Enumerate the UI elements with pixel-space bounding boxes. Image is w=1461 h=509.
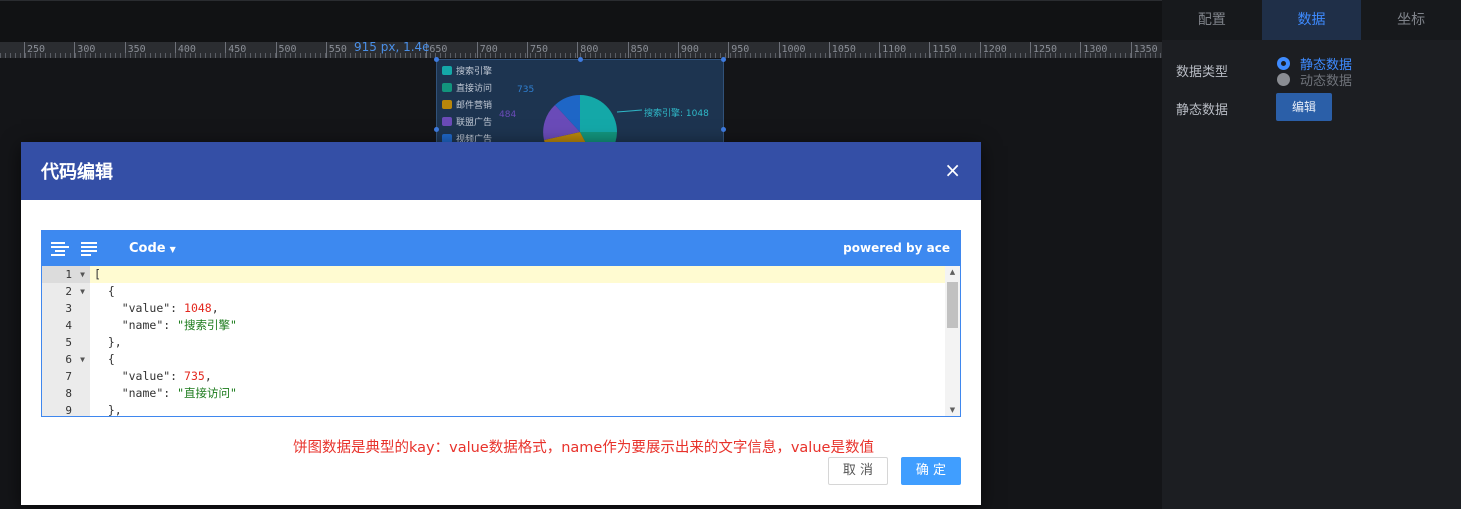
- code-token: "直接访问": [177, 386, 237, 400]
- code-token: {: [107, 352, 115, 366]
- scroll-thumb[interactable]: [947, 282, 958, 328]
- code-line[interactable]: "value": 735,: [90, 368, 960, 385]
- line-number-gutter: 1 ▼ 2 ▼ 3 4 5 6 ▼ 7 8 9: [42, 266, 90, 416]
- code-line[interactable]: [: [90, 266, 960, 283]
- compact-json-icon[interactable]: [81, 241, 99, 256]
- scroll-up-icon[interactable]: ▲: [945, 268, 960, 276]
- code-token: [: [94, 267, 101, 281]
- cancel-button[interactable]: 取 消: [828, 457, 888, 485]
- scroll-down-icon[interactable]: ▼: [945, 406, 960, 414]
- code-token: "搜索引擎": [177, 318, 237, 332]
- line-number: 2 ▼: [65, 283, 85, 300]
- code-token: {: [107, 284, 115, 298]
- line-number: 8: [65, 387, 72, 400]
- line-number: 3: [65, 302, 72, 315]
- code-token: :: [170, 301, 185, 315]
- line-number: 7: [65, 370, 72, 383]
- code-edit-dialog: 代码编辑 × Code ▼ powered by ace 1 ▼ 2 ▼ 3 4 5 6 ▼ 7 8 9…: [21, 142, 981, 505]
- dialog-title: 代码编辑: [41, 162, 113, 183]
- code-token: :: [163, 386, 178, 400]
- code-line[interactable]: "value": 1048,: [90, 300, 960, 317]
- code-token: 1048: [184, 301, 212, 315]
- code-token: },: [107, 335, 122, 349]
- editor-toolbar: Code ▼ powered by ace: [42, 231, 960, 266]
- mode-dropdown[interactable]: Code ▼: [129, 241, 176, 256]
- annotation-note: 饼图数据是典型的kay：value数据格式，name作为要展示出来的文字信息，v…: [293, 440, 874, 456]
- code-token: :: [163, 318, 178, 332]
- code-token: "value": [121, 369, 171, 383]
- line-number: 1 ▼: [42, 266, 90, 283]
- line-number: 9: [65, 404, 72, 417]
- code-token: 735: [184, 369, 205, 383]
- format-json-icon[interactable]: [51, 241, 69, 256]
- code-token: "value": [121, 301, 171, 315]
- fold-toggle-icon[interactable]: ▼: [80, 351, 85, 368]
- fold-toggle-icon[interactable]: ▼: [80, 266, 85, 283]
- dialog-header: 代码编辑 ×: [21, 142, 981, 200]
- code-line[interactable]: },: [90, 334, 960, 351]
- code-line[interactable]: },: [90, 402, 960, 417]
- code-token: :: [170, 369, 185, 383]
- line-number: 5: [65, 336, 72, 349]
- code-line[interactable]: {: [90, 283, 960, 300]
- code-content[interactable]: [ { "value": 1048, "name": "搜索引擎" }, { "…: [90, 266, 960, 416]
- json-code-editor[interactable]: Code ▼ powered by ace 1 ▼ 2 ▼ 3 4 5 6 ▼ 7 8 9 [ { "v…: [41, 230, 961, 417]
- code-area[interactable]: 1 ▼ 2 ▼ 3 4 5 6 ▼ 7 8 9 [ { "value": 1048, "name": …: [42, 266, 960, 416]
- caret-down-icon: ▼: [169, 245, 176, 254]
- code-line[interactable]: {: [90, 351, 960, 368]
- code-line[interactable]: "name": "直接访问": [90, 385, 960, 402]
- code-token: "name": [121, 318, 164, 332]
- code-token: ,: [211, 301, 219, 315]
- code-token: ,: [204, 369, 212, 383]
- mode-label: Code: [129, 241, 166, 256]
- confirm-button[interactable]: 确 定: [901, 457, 961, 485]
- fold-toggle-icon[interactable]: ▼: [80, 283, 85, 300]
- code-line[interactable]: "name": "搜索引擎": [90, 317, 960, 334]
- line-number: 4: [65, 319, 72, 332]
- code-token: },: [107, 403, 122, 417]
- editor-scrollbar[interactable]: ▲ ▼: [945, 266, 960, 416]
- close-icon[interactable]: ×: [944, 160, 961, 180]
- line-number: 6 ▼: [65, 351, 85, 368]
- powered-by-label: powered by ace: [843, 241, 950, 255]
- code-token: "name": [121, 386, 164, 400]
